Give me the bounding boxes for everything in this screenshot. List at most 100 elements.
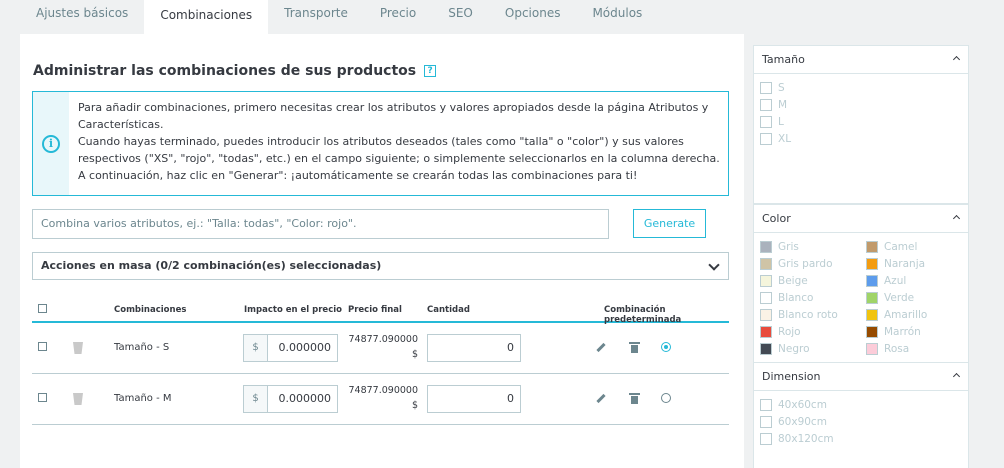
chevron-up-icon[interactable] <box>952 55 961 64</box>
chevron-down-icon <box>708 259 720 271</box>
color-swatch[interactable] <box>866 309 878 321</box>
color-swatch[interactable] <box>866 275 878 287</box>
color-option[interactable]: Azul <box>866 275 906 287</box>
color-label: Rosa <box>884 343 910 355</box>
panel-header[interactable]: Tamaño <box>754 46 968 74</box>
info-alert-side: i <box>33 92 69 195</box>
color-option[interactable]: Naranja <box>866 258 925 270</box>
panel-title: Color <box>762 212 791 225</box>
option-label: 40x60cm <box>778 399 827 411</box>
attribute-option[interactable]: 80x120cm <box>760 433 834 445</box>
tab-transporte[interactable]: Transporte <box>268 0 364 34</box>
final-price: 74877.090000 $ <box>348 383 418 413</box>
panel-title: Dimension <box>762 370 821 383</box>
option-checkbox[interactable] <box>760 416 772 428</box>
generate-button[interactable]: Generate <box>633 209 706 238</box>
help-icon[interactable]: ? <box>424 65 437 77</box>
attributes-generator-input[interactable]: Combina varios atributos, ej.: "Talla: t… <box>32 209 609 239</box>
color-option[interactable]: Camel <box>866 241 917 253</box>
option-checkbox[interactable] <box>760 82 772 94</box>
tab-precio[interactable]: Precio <box>364 0 432 34</box>
color-option[interactable]: Rosa <box>866 343 909 355</box>
color-swatch[interactable] <box>866 292 878 304</box>
option-checkbox[interactable] <box>760 399 772 411</box>
bulk-actions-label: Acciones en masa (0/2 combinación(es) se… <box>41 259 382 272</box>
color-label: Azul <box>884 275 907 287</box>
option-checkbox[interactable] <box>760 133 772 145</box>
product-tabs: Ajustes básicos Combinaciones Transporte… <box>20 0 658 34</box>
attribute-option[interactable]: L <box>760 116 784 128</box>
tab-opciones[interactable]: Opciones <box>489 0 577 34</box>
option-label: 80x120cm <box>778 433 834 445</box>
currency-addon: $ <box>244 386 268 412</box>
tab-modulos[interactable]: Módulos <box>576 0 658 34</box>
trash-icon[interactable] <box>629 393 640 404</box>
option-checkbox[interactable] <box>760 433 772 445</box>
color-swatch[interactable] <box>760 241 772 253</box>
price-impact-field[interactable]: $ 0.000000 <box>243 334 338 362</box>
chevron-up-icon[interactable] <box>952 372 961 381</box>
tab-label: Opciones <box>504 6 561 20</box>
quantity-input[interactable]: 0 <box>427 385 521 413</box>
table-row: Tamaño - S $ 0.000000 74877.090000 $ 0 <box>32 323 729 374</box>
info-alert: i Para añadir combinaciones, primero nec… <box>32 91 729 196</box>
combination-name: Tamaño - S <box>114 342 170 353</box>
price-impact-value[interactable]: 0.000000 <box>268 386 337 412</box>
color-swatch[interactable] <box>760 309 772 321</box>
trash-icon[interactable] <box>629 342 640 353</box>
color-label: Rojo <box>778 326 801 338</box>
tab-combinaciones[interactable]: Combinaciones <box>144 0 269 34</box>
header-final-price: Precio final <box>348 305 402 315</box>
color-swatch[interactable] <box>866 343 878 355</box>
color-option[interactable]: Amarillo <box>866 309 927 321</box>
option-checkbox[interactable] <box>760 99 772 111</box>
attribute-option[interactable]: XL <box>760 133 791 145</box>
default-combination-radio[interactable] <box>661 393 671 403</box>
attribute-option[interactable]: M <box>760 99 787 111</box>
color-option[interactable]: Blanco roto <box>760 309 838 321</box>
header-quantity: Cantidad <box>427 305 470 315</box>
header-combinations: Combinaciones <box>114 305 187 315</box>
panel-header[interactable]: Color <box>754 205 968 233</box>
color-swatch[interactable] <box>760 258 772 270</box>
color-swatch[interactable] <box>760 292 772 304</box>
color-swatch[interactable] <box>866 258 878 270</box>
final-price-value: 74877.090000 <box>348 334 418 345</box>
price-impact-value[interactable]: 0.000000 <box>268 335 337 361</box>
color-swatch[interactable] <box>760 326 772 338</box>
edit-icon[interactable] <box>596 393 606 404</box>
color-option[interactable]: Beige <box>760 275 808 287</box>
chevron-up-icon[interactable] <box>952 214 961 223</box>
color-option[interactable]: Marrón <box>866 326 921 338</box>
color-option[interactable]: Verde <box>866 292 914 304</box>
color-swatch[interactable] <box>866 241 878 253</box>
color-option[interactable]: Negro <box>760 343 810 355</box>
price-impact-field[interactable]: $ 0.000000 <box>243 385 338 413</box>
row-checkbox[interactable] <box>38 393 47 402</box>
select-all-checkbox[interactable] <box>38 304 47 313</box>
tab-seo[interactable]: SEO <box>432 0 489 34</box>
tab-ajustes-basicos[interactable]: Ajustes básicos <box>20 0 144 34</box>
attribute-option[interactable]: 60x90cm <box>760 416 827 428</box>
color-option[interactable]: Gris pardo <box>760 258 833 270</box>
color-option[interactable]: Rojo <box>760 326 801 338</box>
panel-header[interactable]: Dimension <box>754 363 968 391</box>
row-checkbox[interactable] <box>38 342 47 351</box>
quantity-input[interactable]: 0 <box>427 334 521 362</box>
final-price: 74877.090000 $ <box>348 332 418 362</box>
attribute-option[interactable]: 40x60cm <box>760 399 827 411</box>
color-label: Marrón <box>884 326 921 338</box>
tab-label: Transporte <box>284 6 348 20</box>
color-option[interactable]: Gris <box>760 241 799 253</box>
color-swatch[interactable] <box>866 326 878 338</box>
edit-icon[interactable] <box>596 342 606 353</box>
color-swatch[interactable] <box>760 275 772 287</box>
color-label: Beige <box>778 275 808 287</box>
default-combination-radio[interactable] <box>661 342 671 352</box>
attribute-option[interactable]: S <box>760 82 785 94</box>
color-label: Verde <box>884 292 915 304</box>
color-option[interactable]: Blanco <box>760 292 813 304</box>
color-swatch[interactable] <box>760 343 772 355</box>
bulk-actions-toggle[interactable]: Acciones en masa (0/2 combinación(es) se… <box>32 252 729 280</box>
option-checkbox[interactable] <box>760 116 772 128</box>
